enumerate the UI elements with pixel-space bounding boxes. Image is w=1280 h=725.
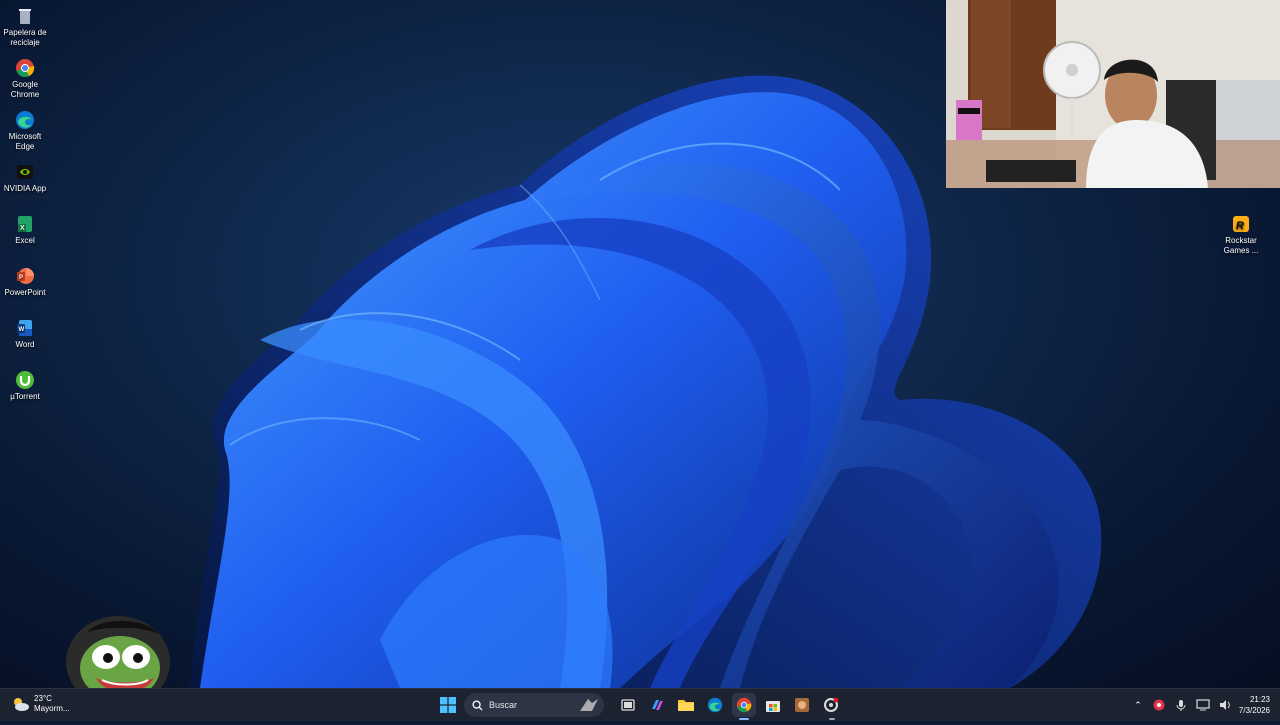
game-app-button[interactable] <box>790 693 814 717</box>
task-view-icon <box>621 699 635 711</box>
desktop-icon-label: Excel <box>15 236 35 245</box>
desktop-icon-powerpoint[interactable]: P PowerPoint <box>0 266 50 298</box>
search-highlight-icon <box>580 699 598 711</box>
desktop-icon-label: µTorrent <box>10 392 40 401</box>
desktop-icon-word[interactable]: W Word <box>0 318 50 350</box>
copilot-button[interactable] <box>645 693 669 717</box>
svg-text:W: W <box>19 327 25 333</box>
webcam-feed <box>946 0 1280 188</box>
recycle-bin-icon <box>19 9 31 24</box>
task-view-button[interactable] <box>616 693 640 717</box>
desktop-icon-rockstar[interactable]: R Rockstar Games ... <box>1216 214 1266 256</box>
weather-desc: Mayorm... <box>34 704 70 713</box>
utorrent-icon <box>16 371 34 389</box>
word-icon: W <box>17 320 32 336</box>
taskbar: 23°C Mayorm... Buscar ⌃ 21:23 7/3/2026 <box>0 688 1280 721</box>
desktop-icon-label: Rockstar Games ... <box>1223 236 1259 255</box>
svg-text:P: P <box>19 275 23 281</box>
chrome-icon <box>736 697 752 713</box>
rockstar-icon: R <box>1233 216 1249 232</box>
weather-temp: 23°C <box>34 694 52 703</box>
chrome-icon <box>16 59 35 77</box>
powerpoint-icon: P <box>17 268 34 284</box>
store-icon <box>766 701 780 712</box>
settings-button[interactable] <box>819 693 843 717</box>
file-explorer-icon <box>678 700 694 711</box>
desktop-icon-utorrent[interactable]: µTorrent <box>0 370 50 402</box>
desktop-icon-label: Word <box>15 340 35 349</box>
desktop-icon-excel[interactable]: X Excel <box>0 214 50 246</box>
webcam-overlay <box>946 0 1280 188</box>
start-button[interactable] <box>436 693 460 717</box>
svg-text:X: X <box>20 225 25 232</box>
desktop-icon-label: NVIDIA App <box>3 184 47 193</box>
desktop-icon-label: Google Chrome <box>10 80 40 99</box>
desktop-icon-label: Papelera de reciclaje <box>3 28 47 47</box>
copilot-icon <box>652 700 663 710</box>
settings-icon <box>824 697 839 712</box>
search-icon <box>472 699 483 711</box>
game-icon <box>795 698 809 712</box>
nvidia-icon <box>17 165 33 179</box>
desktop-icon-label: Microsoft Edge <box>8 132 42 151</box>
app-tray-icon[interactable] <box>1152 698 1166 712</box>
clock-time: 21:23 <box>1249 695 1270 704</box>
taskbar-search-box[interactable]: Buscar <box>464 693 604 717</box>
display-icon[interactable] <box>1196 698 1210 712</box>
search-placeholder: Buscar <box>489 700 518 710</box>
system-tray: ⌃ <box>1130 689 1232 721</box>
weather-text: 23°C Mayorm... <box>34 694 70 714</box>
weather-sun-cloud-icon <box>14 698 29 711</box>
desktop-icon-nvidia[interactable]: NVIDIA App <box>0 162 50 194</box>
file-explorer-button[interactable] <box>674 693 698 717</box>
start-icon <box>440 697 456 713</box>
store-button[interactable] <box>761 693 785 717</box>
volume-icon[interactable] <box>1218 698 1232 712</box>
edge-icon <box>707 697 723 713</box>
mic-icon[interactable] <box>1174 698 1188 712</box>
desktop-icon-edge[interactable]: Microsoft Edge <box>0 110 50 152</box>
taskbar-edge-button[interactable] <box>703 693 727 717</box>
svg-text:R: R <box>1236 220 1244 232</box>
desktop-icon-recycle-bin[interactable]: Papelera de reciclaje <box>0 6 50 48</box>
excel-icon: X <box>18 216 32 232</box>
taskbar-clock[interactable]: 21:23 7/3/2026 <box>1239 694 1270 716</box>
chevron-up-icon[interactable]: ⌃ <box>1130 700 1146 711</box>
edge-icon <box>16 111 34 129</box>
desktop-icon-label: PowerPoint <box>4 288 46 297</box>
clock-date: 7/3/2026 <box>1238 706 1270 715</box>
taskbar-chrome-button[interactable] <box>732 693 756 717</box>
desktop-icon-chrome[interactable]: Google Chrome <box>0 58 50 100</box>
weather-widget[interactable]: 23°C Mayorm... <box>10 694 70 714</box>
